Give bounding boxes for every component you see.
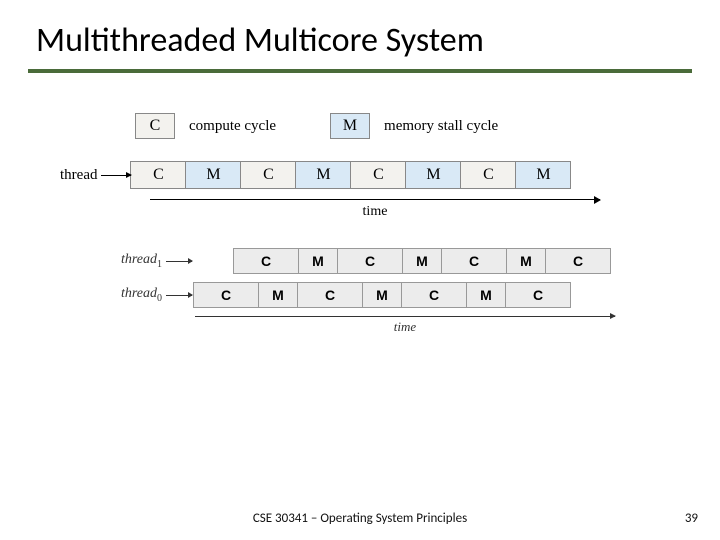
cell-c: C: [193, 282, 259, 308]
fig2-time-label: time: [195, 319, 615, 335]
legend-row: C compute cycle M memory stall cycle: [135, 113, 680, 139]
cell-m: M: [362, 282, 402, 308]
page-number: 39: [685, 511, 698, 526]
fig1-thread-label: thread: [60, 167, 97, 184]
time-arrow-icon: [195, 316, 615, 317]
cell-c: C: [130, 161, 186, 189]
cell-c: C: [545, 248, 611, 274]
cell-c: C: [505, 282, 571, 308]
cell-c: C: [441, 248, 507, 274]
legend-c-box: C: [135, 113, 175, 139]
footer: CSE 30341 – Operating System Principles …: [0, 511, 720, 526]
arrow-icon: [101, 175, 131, 176]
fig1-row: thread C M C M C M C M: [60, 161, 680, 189]
cell-c: C: [401, 282, 467, 308]
fig2-thread1-seq: C M C M C M C: [234, 248, 611, 274]
cell-c: C: [460, 161, 516, 189]
cell-c: C: [350, 161, 406, 189]
cell-m: M: [295, 161, 351, 189]
arrow-icon: [166, 261, 192, 262]
time-arrow-icon: [150, 199, 600, 200]
cell-m: M: [466, 282, 506, 308]
cell-m: M: [515, 161, 571, 189]
footer-course: CSE 30341 – Operating System Principles: [0, 511, 720, 526]
fig1-time-label: time: [150, 204, 600, 220]
cell-m: M: [402, 248, 442, 274]
cell-m: M: [185, 161, 241, 189]
content-area: C compute cycle M memory stall cycle thr…: [0, 73, 720, 335]
cell-c: C: [337, 248, 403, 274]
cell-m: M: [506, 248, 546, 274]
legend-m-label: memory stall cycle: [384, 118, 498, 135]
cell-m: M: [258, 282, 298, 308]
fig2-thread1-row: thread1 C M C M C M C: [110, 248, 680, 274]
cell-c: C: [297, 282, 363, 308]
arrow-icon: [166, 295, 192, 296]
fig2-thread0-seq: C M C M C M C: [194, 282, 571, 308]
cell-c: C: [240, 161, 296, 189]
cell-c: C: [233, 248, 299, 274]
fig2-thread0-row: thread0 C M C M C M C: [110, 282, 680, 308]
fig1-sequence: C M C M C M C M: [131, 161, 571, 189]
legend-m-box: M: [330, 113, 370, 139]
cell-m: M: [298, 248, 338, 274]
legend-c-label: compute cycle: [189, 118, 276, 135]
fig2-thread0-label: thread0: [110, 286, 162, 304]
fig2: thread1 C M C M C M C thread0 C M C M: [110, 248, 680, 335]
cell-m: M: [405, 161, 461, 189]
slide-title: Multithreaded Multicore System: [0, 0, 720, 69]
fig2-thread1-label: thread1: [110, 252, 162, 270]
